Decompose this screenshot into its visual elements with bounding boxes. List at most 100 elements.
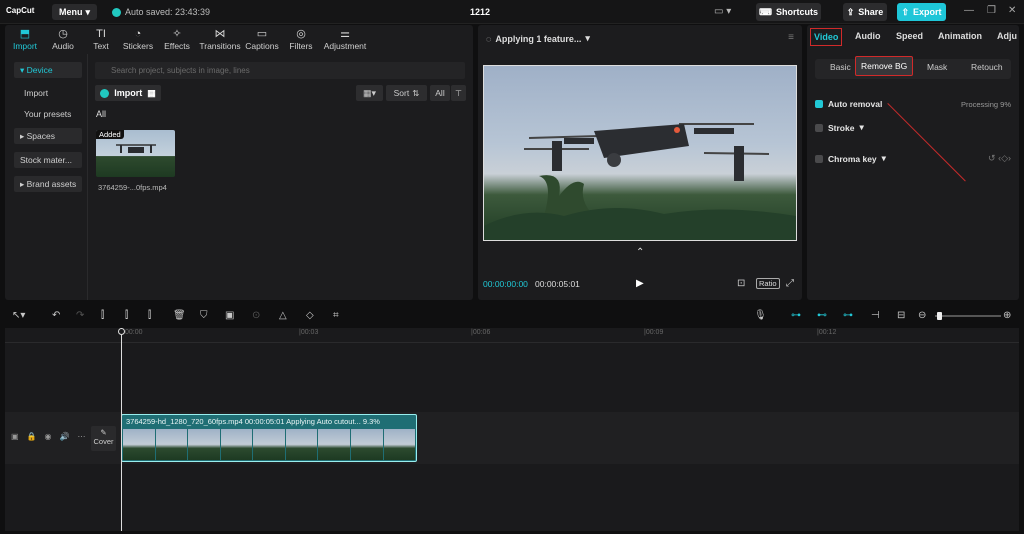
project-title[interactable]: 1212	[470, 7, 490, 17]
split-icon[interactable]: ⫿	[101, 310, 104, 321]
export-button[interactable]: ⇧ Export	[897, 3, 946, 21]
fit-screen-icon[interactable]: ⊡	[737, 278, 745, 289]
maximize-icon[interactable]: ❐	[987, 5, 996, 16]
checkbox-checked-icon[interactable]	[815, 100, 823, 108]
chroma-key-option[interactable]: Chroma key ▾	[815, 153, 886, 164]
share-button[interactable]: ⇪ Share	[843, 3, 887, 21]
track-icon[interactable]: ▣	[11, 432, 19, 441]
tab-adjustment-props[interactable]: Adju	[997, 31, 1017, 41]
sidebar-item-your-presets[interactable]: Your presets	[14, 106, 82, 122]
play-circle-icon[interactable]: ⊙	[252, 310, 260, 321]
playhead-handle[interactable]	[118, 328, 125, 335]
sidebar-item-spaces[interactable]: ▸ Spaces	[14, 128, 82, 144]
redo-icon[interactable]: ↷	[76, 310, 84, 321]
close-icon[interactable]: ✕	[1008, 5, 1016, 16]
checkbox-icon[interactable]	[815, 123, 823, 132]
view-mode-button[interactable]: ▦▾	[356, 85, 383, 101]
sort-button[interactable]: Sort ⇅	[386, 85, 427, 101]
rotate-icon[interactable]: ◇	[306, 310, 314, 321]
video-clip[interactable]: 3764259-hd_1280_720_60fps.mp4 00:00:05:0…	[121, 414, 417, 462]
tab-text[interactable]: TI Text	[82, 28, 120, 51]
shield-icon[interactable]: ⛉	[200, 310, 208, 321]
media-thumbnail[interactable]: Added	[96, 130, 175, 177]
subtab-mask[interactable]: Mask	[927, 62, 947, 72]
tab-captions[interactable]: ▭ Captions	[243, 28, 281, 51]
sidebar-item-brand-assets[interactable]: ▸ Brand assets	[14, 176, 82, 192]
fullscreen-icon[interactable]: ⤢	[786, 278, 794, 289]
subtab-basic[interactable]: Basic	[830, 62, 851, 72]
shortcuts-button[interactable]: ⌨ Shortcuts	[756, 3, 821, 21]
tab-filters[interactable]: ◎ Filters	[282, 28, 320, 51]
search-input[interactable]: Search project, subjects in image, lines	[95, 62, 465, 79]
sidebar-item-import[interactable]: Import	[14, 85, 82, 101]
timeline[interactable]: 00:00 |00:03 |00:06 |00:09 |00:12 ▣ 🔒 ◉ …	[5, 328, 1019, 531]
stroke-option[interactable]: Stroke ▾	[815, 122, 864, 133]
cover-button[interactable]: ✎ Cover	[91, 426, 116, 451]
ruler-tick: |00:06	[471, 329, 491, 336]
zoom-slider-handle[interactable]	[937, 312, 942, 320]
tab-audio-props[interactable]: Audio	[855, 31, 881, 41]
play-icon[interactable]: ▶	[636, 278, 644, 289]
more-icon[interactable]: ⋯	[77, 432, 85, 441]
stickers-icon: ◔	[134, 28, 142, 40]
clip-frame	[123, 429, 155, 460]
zoom-in-icon[interactable]: ⊕	[1003, 310, 1011, 321]
crop-icon[interactable]: ⌗	[333, 310, 339, 321]
sidebar-item-stock-material[interactable]: Stock mater...	[14, 152, 82, 168]
magnet-icon[interactable]: ⊶	[791, 310, 801, 321]
video-preview[interactable]	[483, 65, 797, 241]
auto-removal-option[interactable]: Auto removal	[815, 99, 882, 109]
link-icon[interactable]: ⊷	[817, 310, 827, 321]
microphone-icon[interactable]: 🎙	[754, 310, 767, 321]
mirror-icon[interactable]: △	[279, 310, 287, 321]
subtab-bar: Basic Remove BG Mask Retouch	[815, 56, 1011, 79]
chevron-down-icon: ▾	[881, 153, 886, 163]
tab-audio[interactable]: ◷ Audio	[44, 28, 82, 51]
tab-effects[interactable]: ✧ Effects	[158, 28, 196, 51]
playhead[interactable]	[121, 328, 122, 531]
tab-import[interactable]: ⬒ Import	[6, 28, 44, 51]
tab-transitions[interactable]: ⋈ Transitions	[198, 28, 242, 51]
zoom-slider[interactable]	[935, 312, 1001, 320]
split-right-icon[interactable]: ⫿	[148, 310, 151, 321]
clip-frame	[188, 429, 220, 460]
grid-icon: ▦▾	[362, 87, 377, 98]
zoom-out-icon[interactable]: ⊖	[918, 310, 926, 321]
freeze-icon[interactable]: ▣	[225, 310, 234, 321]
undo-icon[interactable]: ↶	[52, 310, 60, 321]
tab-adjustment[interactable]: ⚌ Adjustment	[321, 28, 369, 51]
filter-icon[interactable]: ⊤	[451, 85, 466, 101]
tab-video[interactable]: Video	[810, 28, 843, 46]
caption-track-icon[interactable]: ⊟	[897, 310, 905, 321]
tab-animation[interactable]: Animation	[938, 31, 982, 41]
adjustment-icon: ⚌	[340, 28, 350, 40]
split-left-icon[interactable]: ⫿	[125, 310, 128, 321]
align-icon[interactable]: ⊣	[871, 310, 880, 321]
preview-axis-icon[interactable]: ⊶	[843, 310, 853, 321]
subtab-remove-bg[interactable]: Remove BG	[855, 56, 914, 76]
applying-status[interactable]: ◌ Applying 1 feature... ▾	[486, 33, 590, 44]
checkbox-icon[interactable]	[815, 154, 823, 163]
current-time: 00:00:00:00	[483, 279, 528, 289]
chevron-up-icon[interactable]: ⌃	[636, 247, 644, 258]
keyframe-icons[interactable]: ↺ ‹◇›	[988, 153, 1011, 164]
share-icon: ⇪	[846, 6, 855, 17]
minimize-icon[interactable]: —	[964, 5, 974, 16]
all-heading: All	[96, 109, 107, 119]
tab-stickers[interactable]: ◔ Stickers	[119, 28, 157, 51]
filter-all-button[interactable]: All	[430, 85, 450, 101]
sidebar-item-device[interactable]: ▾ Device	[14, 62, 82, 78]
eye-icon[interactable]: ◉	[45, 432, 52, 441]
menu-button[interactable]: Menu ▾	[52, 4, 97, 20]
tab-speed[interactable]: Speed	[896, 31, 923, 41]
select-tool-icon[interactable]: ↖▾	[12, 310, 25, 321]
subtab-retouch[interactable]: Retouch	[971, 62, 1003, 72]
menu-icon[interactable]: ≡	[788, 32, 794, 43]
media-filename: 3764259-...0fps.mp4	[98, 183, 167, 192]
lock-icon[interactable]: 🔒	[27, 432, 37, 441]
import-button[interactable]: Import ▦	[95, 85, 161, 101]
layout-icon[interactable]: ▭ ▾	[714, 6, 731, 17]
delete-icon[interactable]: 🗑	[173, 310, 186, 321]
ratio-button[interactable]: Ratio	[756, 278, 780, 289]
speaker-icon[interactable]: 🔊	[60, 432, 70, 441]
